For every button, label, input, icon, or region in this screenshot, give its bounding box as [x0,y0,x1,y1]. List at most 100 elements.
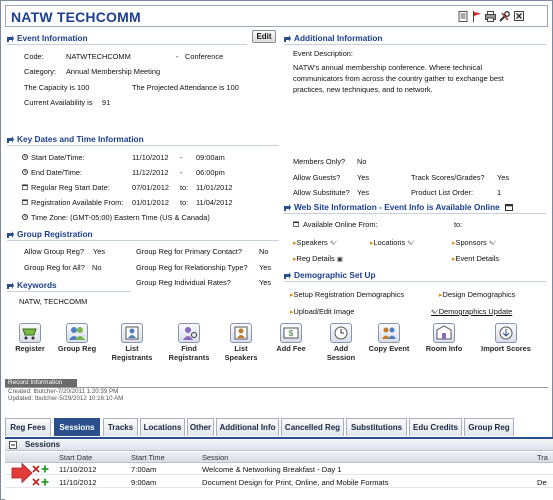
track-scores-value: Yes [497,173,510,182]
tab-substitutions[interactable]: Substitutions [346,418,407,436]
tab-reg-fees[interactable]: Reg Fees [5,418,51,436]
created-text: Created: tbutcher-7/20/2011 1:20:39 PM [8,388,119,395]
web-icon [505,204,513,211]
print-icon[interactable] [485,10,496,22]
web-icon[interactable]: ▣ [337,256,343,263]
find-registrants-button[interactable]: Find Registrants [163,323,215,369]
tab-locations[interactable]: Locations [140,418,185,436]
key-dates-header[interactable]: Key Dates and Time Information [7,134,279,146]
group-reg-primary-value: No [259,247,269,256]
registration-available-from: 01/01/2012 [132,198,169,207]
sponsors-link-label: Sponsors [455,238,487,247]
button-label: Registrants [111,352,153,362]
event-description-label: Event Description: [293,49,353,58]
copy-people-icon [378,323,400,343]
column-start-time[interactable]: Start Time [131,453,165,462]
speakers-link[interactable]: ▸Speakers ✎⁄ [293,238,336,249]
clock-icon [22,154,28,160]
upload-image-link[interactable]: ▸Upload/Edit Image [290,307,354,317]
tab-other[interactable]: Other [187,418,214,436]
tab-sessions[interactable]: Sessions [54,418,100,436]
calendar-icon [22,199,28,205]
sessions-header[interactable]: Sessions [5,439,553,451]
design-demographics-label: Design Demographics [442,290,516,299]
import-scores-button[interactable]: Import Scores [475,323,537,369]
event-information-header[interactable]: Event Information [7,33,247,45]
list-registrants-button[interactable]: List Registrants [106,323,158,369]
clock-icon [22,214,28,220]
add-fee-button[interactable]: $ Add Fee [271,323,311,369]
tab-cancelled-reg[interactable]: Cancelled Reg [281,418,344,436]
sessions-title: Sessions [25,440,61,449]
document-icon[interactable] [457,10,468,22]
delete-icon[interactable] [32,465,40,473]
regular-reg-start-label: Regular Reg Start Date: [31,183,110,192]
regular-reg-from: 07/01/2012 [132,183,169,192]
category-value: Annual Membership Meeting [66,67,161,76]
setup-demographics-link[interactable]: ▸Setup Registration Demographics [290,290,404,300]
locations-link[interactable]: ▸Locations ✎⁄ [370,238,413,249]
group-reg-button[interactable]: Group Reg [54,323,100,369]
session-track: De [537,478,547,487]
dash: - [180,168,183,177]
table-row[interactable]: 11/10/2012 9:00am Document Design for Pr… [5,476,553,488]
add-icon[interactable] [41,465,49,473]
session-icon [330,323,352,343]
allow-substitute-value: Yes [357,188,370,197]
svg-text:$: $ [289,329,294,338]
column-session[interactable]: Session [202,453,228,462]
copy-event-button[interactable]: Copy Event [365,323,413,369]
product-list-order-value: 1 [497,188,502,197]
keywords-header[interactable]: Keywords [7,280,131,292]
tab-additional-info[interactable]: Additional Info [216,418,279,436]
collapse-arrow-icon [284,204,291,211]
close-icon[interactable] [513,10,524,22]
edit-pencil-icon[interactable]: ✎⁄ [407,241,413,247]
group-reg-all-label: Group Reg for All? [24,263,85,272]
tools-icon[interactable] [499,10,510,22]
register-button[interactable]: Register [9,323,51,369]
session-start-date: 11/10/2012 [59,465,97,474]
speakers-link-label: Speakers [296,238,328,247]
capacity-text: The Capacity is 100 [24,83,90,92]
column-start-date[interactable]: Start Date [59,453,92,462]
add-session-button[interactable]: Add Session [319,323,363,369]
group-reg-rates-label: Group Reg Individual Rates? [136,278,231,287]
button-label: Registrants [168,352,210,362]
demographics-update-label: Demographics Update [438,307,513,316]
event-description-line: communicators from across the country ga… [293,74,504,83]
web-site-info-header[interactable]: Web Site Information - Event Info is Ava… [284,202,546,214]
add-icon[interactable] [41,478,49,486]
table-row[interactable]: 11/10/2012 7:00am Welcome & Networking B… [5,463,553,475]
demographic-setup-header[interactable]: Demographic Set Up [284,270,546,282]
reg-details-link[interactable]: ▸Reg Details ▣ [293,254,343,264]
allow-guests-value: Yes [357,173,370,182]
sessions-panel: Sessions Start Date Start Time Session T… [5,437,553,500]
event-details-link-label: Event Details [455,254,500,263]
upload-image-label: Upload/Edit Image [293,307,355,316]
design-demographics-link[interactable]: ▸Design Demographics [439,290,515,300]
flag-icon[interactable] [471,10,482,22]
tab-group-reg[interactable]: Group Reg [464,418,514,436]
cart-icon [19,323,41,343]
sponsors-link[interactable]: ▸Sponsors ✎⁄ [452,238,495,249]
delete-icon[interactable] [32,478,40,486]
edit-button[interactable]: Edit [252,30,276,43]
list-speakers-button[interactable]: List Speakers [219,323,263,369]
group-reg-primary-label: Group Reg for Primary Contact? [136,247,242,256]
collapse-icon[interactable] [9,441,17,449]
edit-pencil-icon[interactable]: ✎⁄ [330,241,336,247]
allow-group-reg-value: Yes [93,247,106,256]
event-type: Conference [185,52,224,61]
tab-edu-credits[interactable]: Edu Credits [409,418,462,436]
tab-tracks[interactable]: Tracks [103,418,138,436]
column-track[interactable]: Tra [537,453,548,462]
event-details-link[interactable]: ▸Event Details [452,254,499,264]
room-info-button[interactable]: Room Info [421,323,467,369]
calendar-icon [22,184,28,190]
additional-information-header[interactable]: Additional Information [284,33,546,45]
edit-pencil-icon[interactable]: ✎⁄ [489,241,495,247]
tab-strip: Reg Fees Sessions Tracks Locations Other… [5,418,553,436]
demographics-update-link[interactable]: ✎⁄ Demographics Update [431,307,512,318]
group-registration-header[interactable]: Group Registration [7,229,279,241]
